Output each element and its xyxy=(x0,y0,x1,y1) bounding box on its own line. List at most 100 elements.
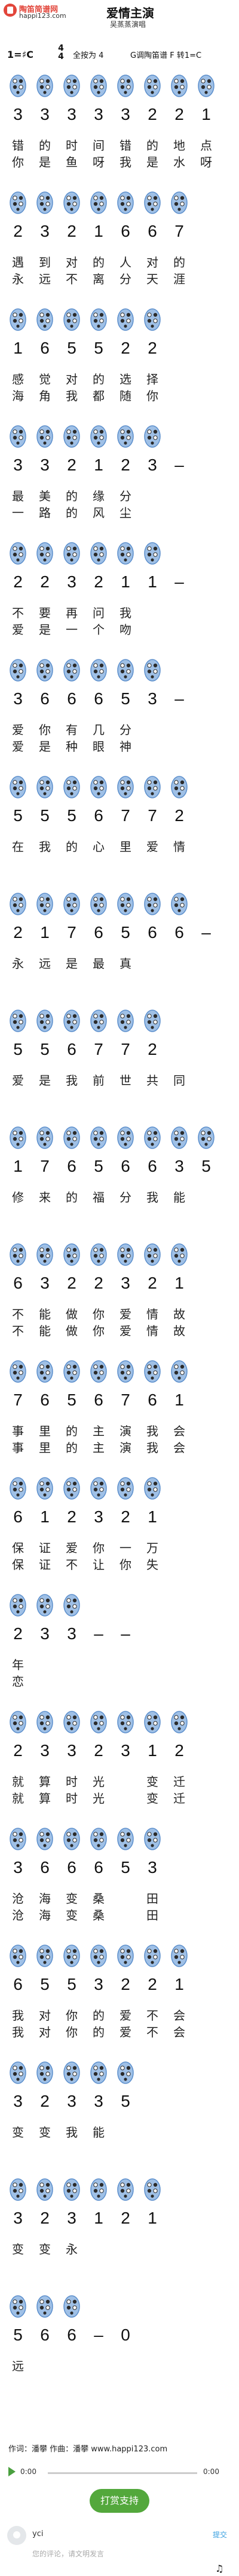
note: 1 xyxy=(174,1391,184,1409)
note: 1 xyxy=(40,923,50,942)
note: 5 xyxy=(94,1157,103,1175)
note: 1 xyxy=(148,1507,157,1526)
note: – xyxy=(174,572,184,591)
lyric: 一 xyxy=(12,506,24,520)
note: 6 xyxy=(148,1391,157,1409)
note: 6 xyxy=(148,222,157,240)
lyric: 证 xyxy=(39,1558,51,1572)
submit-comment-link[interactable]: 提交 xyxy=(213,2529,227,2540)
ocarina-fingering-icon xyxy=(63,2178,80,2202)
lyrics-row: 不爱 要是 再一 问个 我吻 xyxy=(4,603,238,639)
lyric: 的 xyxy=(93,2025,105,2039)
note: 6 xyxy=(40,1858,50,1877)
ocarina-fingering-icon xyxy=(171,892,188,916)
play-icon[interactable] xyxy=(8,2467,16,2476)
fingering-note: 全按为 4 xyxy=(73,51,104,60)
lyric: 变 xyxy=(39,2242,51,2256)
song-subtitle: 吴蒸蒸演唱 xyxy=(110,20,146,29)
lyric: 的 xyxy=(66,1424,78,1438)
lyric: 尘 xyxy=(120,506,131,520)
lyric: 演 xyxy=(120,1441,131,1455)
note: 1 xyxy=(121,572,130,591)
ocarina-fingering-icon xyxy=(63,1243,80,1267)
note: 2 xyxy=(40,2092,50,2110)
ocarina-fingering-icon xyxy=(144,1126,161,1150)
note: 3 xyxy=(148,456,157,474)
comment-placeholder[interactable]: 您的评论，请文明发言 xyxy=(32,2549,104,2559)
ocarina-fingering-icon xyxy=(36,74,53,98)
note: – xyxy=(201,923,211,942)
lyrics-row: 爱爱 你是 有种 几眼 分神 xyxy=(4,720,238,756)
lyric: 我 xyxy=(12,2008,24,2023)
lyric: 就 xyxy=(12,1775,24,1789)
note-row: 366653 xyxy=(4,1858,238,1882)
note: 2 xyxy=(121,339,130,357)
logo-icon xyxy=(4,4,17,17)
note: 2 xyxy=(121,1975,130,1993)
lyric: 爱 xyxy=(146,840,158,854)
lyric: 天 xyxy=(146,272,158,286)
note: 3 xyxy=(67,1741,76,1760)
note-row: 2 2 3 2 1 1– xyxy=(4,572,238,596)
note: 7 xyxy=(121,1391,130,1409)
ocarina-fingering-icon xyxy=(144,1360,161,1383)
lyrics-row: 就就算算时时光光变变迁迁 xyxy=(4,1772,238,1808)
lyric: 时 xyxy=(66,1775,78,1789)
progress-bar[interactable] xyxy=(48,2472,197,2474)
note: 5 xyxy=(13,1040,23,1058)
lyric: 随 xyxy=(120,389,131,403)
note: 5 xyxy=(40,1975,50,1993)
lyric: 的 xyxy=(93,255,105,270)
lyric: 事 xyxy=(12,1441,24,1455)
lyric: 会 xyxy=(173,2008,185,2023)
ocarina-fingering-icon xyxy=(144,1944,161,1968)
lyric: 故 xyxy=(173,1324,185,1338)
note-row: 2 3 3– – xyxy=(4,1624,238,1648)
fingering-chart-row xyxy=(4,888,238,919)
note: – xyxy=(174,456,184,474)
ocarina-fingering-icon xyxy=(117,2178,134,2202)
lyric: 我 xyxy=(12,2025,24,2039)
ocarina-fingering-icon xyxy=(36,892,53,916)
score-meta: 1=♯C 4 4 全按为 4 G调陶笛谱 F 转1=C xyxy=(0,44,239,64)
lyric: 要 xyxy=(39,606,51,620)
note-row: 3 3 2 1 2 3– xyxy=(4,456,238,479)
ocarina-fingering-icon xyxy=(117,541,134,565)
note: 2 xyxy=(148,105,157,123)
note-row: 2 1 7 6 5 6 6– xyxy=(4,923,238,947)
note-row: 3 6 6 6 5 3– xyxy=(4,689,238,713)
note: 1 xyxy=(148,1741,157,1760)
lyrics-row: 保保证证爱不你让一你万失 xyxy=(4,1538,238,1574)
fingering-chart-row xyxy=(4,1473,238,1504)
lyrics-row: 我我对对你你的的爱爱不不会会 xyxy=(4,2006,238,2042)
note: 3 xyxy=(94,2092,103,2110)
note: 3 xyxy=(13,105,23,123)
note-row: 6553221 xyxy=(4,1975,238,1999)
lyric: 在 xyxy=(12,840,24,854)
tip-button[interactable]: 打赏支持 xyxy=(90,2489,149,2513)
ocarina-fingering-icon xyxy=(117,775,134,799)
lyric: 我 xyxy=(66,1073,78,1088)
ocarina-fingering-icon xyxy=(63,191,80,215)
lyric: 变 xyxy=(66,1908,78,1922)
note-row: 323121 xyxy=(4,2209,238,2233)
ocarina-fingering-icon xyxy=(10,425,26,448)
lyric: 再 xyxy=(66,606,78,620)
lyric: 我 xyxy=(146,1190,158,1205)
fingering-chart-row xyxy=(4,1239,238,1270)
lyric: 桑 xyxy=(93,1891,105,1906)
lyric: 是 xyxy=(39,739,51,754)
score-row: 165522感海觉角对我的都选随择你 xyxy=(4,304,238,415)
ocarina-fingering-icon xyxy=(198,1126,215,1150)
lyric: 爱 xyxy=(120,2008,131,2023)
lyric: 遇 xyxy=(12,255,24,270)
note: 5 xyxy=(40,1040,50,1058)
lyric: 迁 xyxy=(173,1775,185,1789)
lyric: 角 xyxy=(39,389,51,403)
score-row: 556772爱是我前世共同 xyxy=(4,1005,238,1116)
lyric: 呀 xyxy=(93,155,105,169)
note: 3 xyxy=(40,105,50,123)
site-logo[interactable]: 陶笛简谱网 happi123.com xyxy=(4,2,75,20)
note: 7 xyxy=(121,1040,130,1058)
note: 2 xyxy=(40,572,50,591)
